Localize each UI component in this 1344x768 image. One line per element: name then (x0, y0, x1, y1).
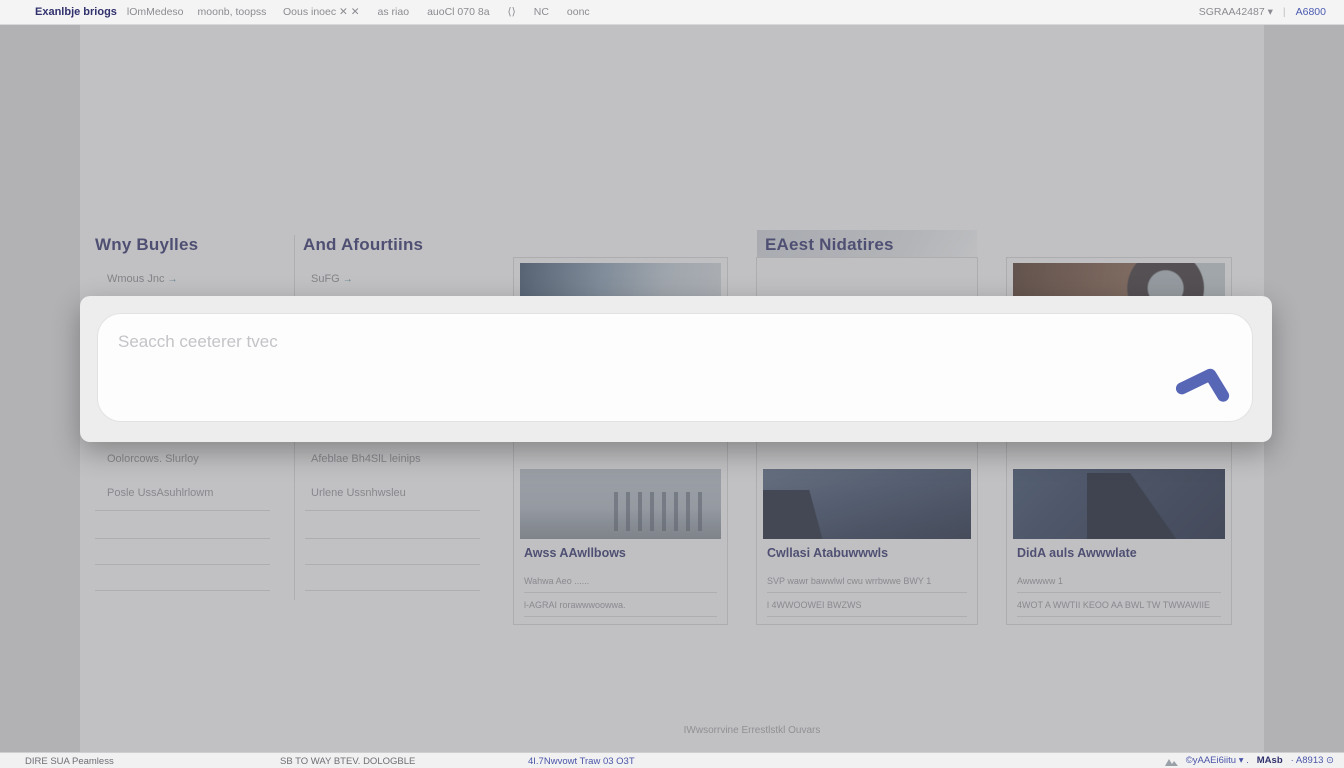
status-extra[interactable]: · A8913 ⊙ (1291, 755, 1334, 766)
chevron-down-icon: ▾ . (1239, 755, 1249, 766)
status-link[interactable]: 4I.7Nwvowt Traw 03 O3T (528, 756, 635, 767)
menubar-link[interactable]: A6800 (1296, 6, 1326, 18)
menu-item[interactable]: lOmMedeso (127, 6, 184, 18)
search-box[interactable] (97, 313, 1253, 422)
status-text: SB TO WAY BTEV. DOLOGBLE (280, 756, 415, 767)
image-icon (1165, 756, 1178, 766)
status-name[interactable]: MAsb (1257, 755, 1283, 766)
menu-item[interactable]: NC (534, 6, 549, 18)
screen: Wny Buylles Wmous Jnc → Oolorcows. Slurl… (0, 0, 1344, 768)
code-icon[interactable]: ⟨⟩ (508, 6, 516, 18)
statusbar: DIRE SUA Peamless SB TO WAY BTEV. DOLOGB… (0, 752, 1344, 768)
search-input[interactable] (118, 324, 1118, 360)
status-text: DIRE SUA Peamless (25, 756, 114, 767)
status-account[interactable]: ©yAAEi6iitu ▾ . (1186, 755, 1249, 766)
menu-item[interactable]: oonc (567, 6, 590, 18)
chevron-down-icon: ▾ (1268, 6, 1273, 18)
menu-item[interactable]: as riao (378, 6, 410, 18)
status-account-label: ©yAAEi6iitu (1186, 755, 1236, 766)
divider: | (1283, 6, 1286, 18)
menu-item[interactable]: moonb, toopss (198, 6, 267, 18)
menu-item[interactable]: Oous inoec ✕ ✕ (283, 6, 360, 18)
top-menubar: Exanlbje briogs lOmMedeso moonb, toopss … (0, 0, 1344, 25)
brand-logo[interactable]: Exanlbje briogs (35, 6, 117, 18)
search-modal (80, 296, 1272, 442)
account-menu[interactable]: SGRAA42487 ▾ (1199, 6, 1273, 18)
account-label: SGRAA42487 (1199, 6, 1265, 18)
arrow-cursor-icon[interactable] (1172, 360, 1234, 404)
menu-item[interactable]: auoCl 070 8a (427, 6, 489, 18)
